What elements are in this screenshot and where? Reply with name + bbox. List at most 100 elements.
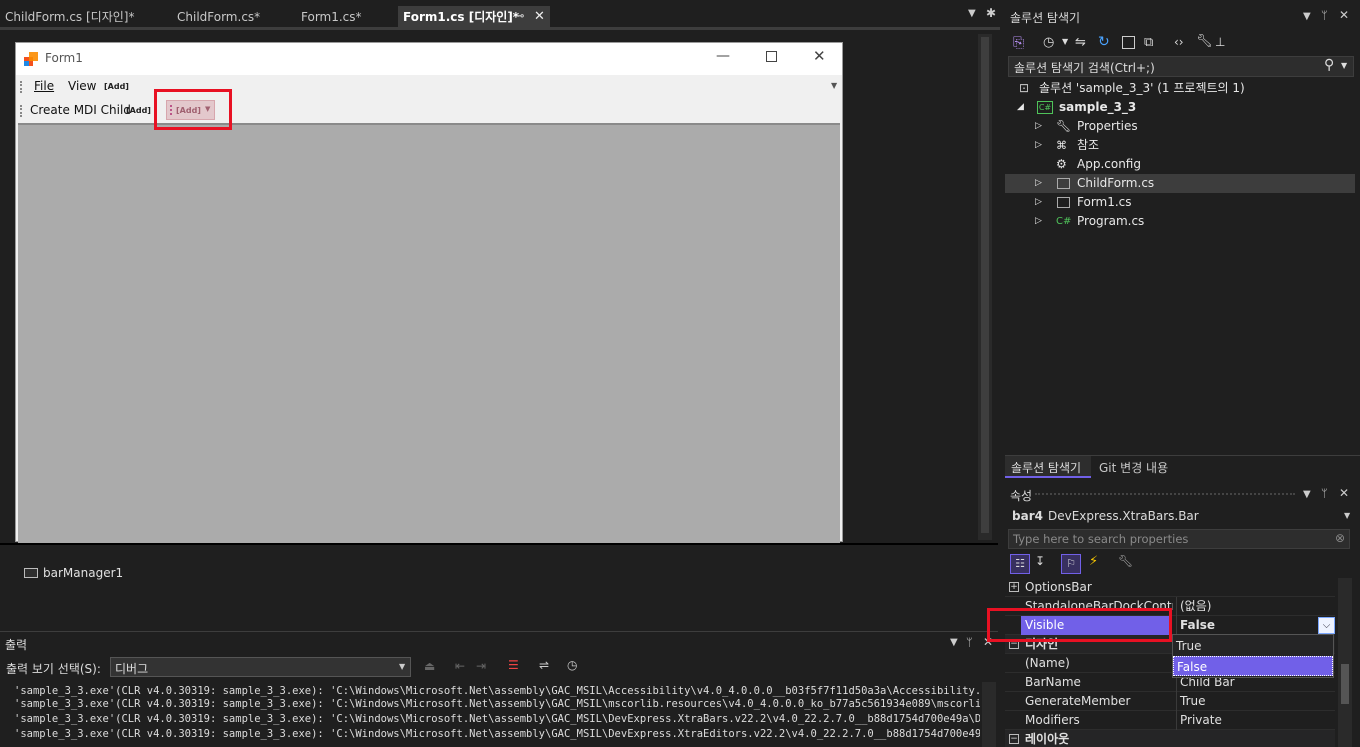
expand-icon[interactable]: + xyxy=(1009,582,1019,592)
collapse-icon[interactable]: − xyxy=(1009,734,1019,744)
document-tab-bar: ChildForm.cs [디자인]* ChildForm.cs* Form1.… xyxy=(0,0,1000,30)
se-bottom-tabs: 솔루션 탐색기 Git 변경 내용 xyxy=(1005,455,1360,478)
form-title-bar: Form1 — ✕ xyxy=(16,43,842,75)
tree-solution[interactable]: ⊡ 솔루션 'sample_3_3' (1 프로젝트의 1) xyxy=(1005,79,1355,98)
form-title: Form1 xyxy=(45,51,83,65)
pin-icon[interactable]: ᛘ xyxy=(1321,487,1328,500)
prev-message-icon[interactable]: ⇤ xyxy=(455,659,465,673)
output-source-select[interactable]: 디버그 ▼ xyxy=(110,657,411,677)
close-tab-icon[interactable]: ✕ xyxy=(534,6,545,28)
csharp-file-icon: C# xyxy=(1056,216,1072,227)
tree-item-childform[interactable]: ▷ ChildForm.cs xyxy=(1005,174,1355,193)
menu-view[interactable]: View xyxy=(68,79,96,93)
scrollbar-thumb[interactable] xyxy=(981,37,989,533)
collapsed-arrow-icon[interactable]: ▷ xyxy=(1035,174,1042,193)
chevron-down-icon[interactable]: ⌵ xyxy=(1318,617,1335,634)
minimize-icon[interactable]: — xyxy=(716,48,730,64)
refresh-icon[interactable]: ↻ xyxy=(1098,34,1110,50)
scrollbar-thumb[interactable] xyxy=(1341,664,1349,704)
create-mdi-child-button[interactable]: Create MDI Child xyxy=(30,103,131,117)
tools-bar: Create MDI Child [Add] [Add] ▼ xyxy=(16,99,842,123)
tab-form1-code[interactable]: Form1.cs* xyxy=(296,6,394,28)
collapse-all-icon[interactable] xyxy=(1122,36,1135,49)
property-row[interactable]: + OptionsBar xyxy=(1005,578,1335,597)
pin-icon[interactable]: ᛘ xyxy=(1321,9,1328,22)
property-row[interactable]: GenerateMember True xyxy=(1005,692,1335,711)
properties-icon[interactable]: ⚐ xyxy=(1061,554,1081,574)
bar-manager-component[interactable]: barManager1 xyxy=(43,566,123,580)
tree-item-form1[interactable]: ▷ Form1.cs xyxy=(1005,193,1355,212)
code-icon[interactable]: ‹› xyxy=(1174,35,1184,49)
collapsed-arrow-icon[interactable]: ▷ xyxy=(1035,117,1042,136)
tab-childform-design[interactable]: ChildForm.cs [디자인]* xyxy=(0,6,168,28)
close-icon[interactable]: ✕ xyxy=(1339,8,1349,22)
designer-scrollbar[interactable] xyxy=(978,34,992,540)
expanded-arrow-icon[interactable]: ◢ xyxy=(1017,98,1024,117)
collapsed-arrow-icon[interactable]: ▷ xyxy=(1035,136,1042,155)
menu-file[interactable]: File xyxy=(34,79,54,93)
output-source-label: 출력 보기 선택(S): xyxy=(6,662,101,676)
clear-search-icon[interactable]: ⊗ xyxy=(1335,531,1345,545)
categorized-icon[interactable]: ☷ xyxy=(1010,554,1030,574)
events-icon[interactable]: ⚡ xyxy=(1089,554,1098,569)
maximize-icon[interactable] xyxy=(766,51,777,62)
preview-icon[interactable]: ⊥ xyxy=(1215,35,1225,49)
tree-item-references[interactable]: ▷ ⌘ 참조 xyxy=(1005,136,1355,155)
pane-menu-icon[interactable]: ▼ xyxy=(1303,11,1311,22)
property-pages-icon[interactable]: 🔧︎ xyxy=(1118,554,1133,568)
menu-add-item[interactable]: [Add] xyxy=(104,82,129,91)
tree-item-app-config[interactable]: ⚙ App.config xyxy=(1005,155,1355,174)
object-selector[interactable]: bar4 DevExpress.XtraBars.Bar ▼ xyxy=(1008,506,1356,527)
pane-menu-icon[interactable]: ▼ xyxy=(950,637,958,648)
next-message-icon[interactable]: ⇥ xyxy=(476,659,486,673)
close-icon[interactable]: ✕ xyxy=(813,47,826,65)
chevron-down-icon[interactable]: ▼ xyxy=(1062,37,1068,46)
bar-customize-icon[interactable]: ▼ xyxy=(831,81,837,90)
tree-project[interactable]: ◢ C# sample_3_3 xyxy=(1005,98,1355,117)
vs-switch-views-icon[interactable]: ⎘ xyxy=(1013,35,1024,51)
output-scrollbar[interactable] xyxy=(982,682,996,747)
word-wrap-icon[interactable]: ⇌ xyxy=(539,658,549,672)
show-all-files-icon[interactable]: ⧉ xyxy=(1144,35,1153,50)
tree-item-properties[interactable]: ▷ 🔧︎ Properties xyxy=(1005,117,1355,136)
tab-list-dropdown-icon[interactable]: ▼ xyxy=(968,8,976,19)
find-message-icon[interactable]: ⏏ xyxy=(424,659,435,673)
tab-git-changes[interactable]: Git 변경 내용 xyxy=(1093,456,1183,478)
output-title: 출력 xyxy=(5,638,28,652)
output-text[interactable]: 'sample_3_3.exe'(CLR v4.0.30319: sample_… xyxy=(0,682,980,747)
search-icon[interactable]: ⚲ xyxy=(1324,57,1334,73)
pane-menu-icon[interactable]: ▼ xyxy=(1303,489,1311,500)
collapsed-arrow-icon[interactable]: ▷ xyxy=(1035,193,1042,212)
output-line: 'sample_3_3.exe'(CLR v4.0.30319: sample_… xyxy=(14,685,980,697)
property-search-input[interactable]: Type here to search properties ⊗ xyxy=(1008,529,1350,549)
clock-icon[interactable]: ◷ xyxy=(567,658,577,672)
property-grid-scrollbar[interactable] xyxy=(1338,578,1352,747)
main-menu-bar: File View [Add] ▼ xyxy=(16,75,842,99)
wrench-icon[interactable]: 🔧︎ xyxy=(1196,34,1213,49)
category-layout[interactable]: − 레이아웃 xyxy=(1005,730,1335,747)
gear-icon[interactable]: ✱ xyxy=(986,6,996,20)
se-search-input[interactable]: 솔루션 탐색기 검색(Ctrl+;) ⚲ ▼ xyxy=(1008,56,1354,77)
pin-icon[interactable]: ᛘ xyxy=(966,636,973,649)
collapsed-arrow-icon[interactable]: ▷ xyxy=(1035,212,1042,231)
dropdown-option-false[interactable]: False xyxy=(1173,656,1333,676)
form1-window[interactable]: Form1 — ✕ File View [Add] ▼ Create MDI C… xyxy=(15,42,843,543)
title-grip xyxy=(1035,493,1295,496)
alphabetical-icon[interactable]: ↧ xyxy=(1035,554,1045,568)
tree-item-program[interactable]: ▷ C# Program.cs xyxy=(1005,212,1355,231)
property-row[interactable]: Modifiers Private xyxy=(1005,711,1335,730)
tab-form1-design[interactable]: Form1.cs [디자인]* ⊸ ✕ xyxy=(398,6,550,28)
pin-icon[interactable]: ⊸ xyxy=(516,6,524,28)
properties-toolbar: ☷ ↧ ⚐ ⚡ 🔧︎ xyxy=(1008,553,1158,575)
bar-grip[interactable] xyxy=(20,105,23,117)
close-icon[interactable]: ✕ xyxy=(1339,486,1349,500)
toolbar-add-item[interactable]: [Add] xyxy=(126,106,151,115)
tab-childform-code[interactable]: ChildForm.cs* xyxy=(172,6,294,28)
sync-icon[interactable]: ⇋ xyxy=(1075,35,1086,50)
bar-grip[interactable] xyxy=(20,81,23,93)
history-icon[interactable]: ◷ xyxy=(1043,35,1054,50)
tab-solution-explorer[interactable]: 솔루션 탐색기 xyxy=(1005,456,1091,478)
chevron-down-icon[interactable]: ▼ xyxy=(1341,61,1347,70)
clear-all-icon[interactable]: ☰ xyxy=(508,658,519,672)
dropdown-option-true[interactable]: True xyxy=(1173,636,1333,656)
